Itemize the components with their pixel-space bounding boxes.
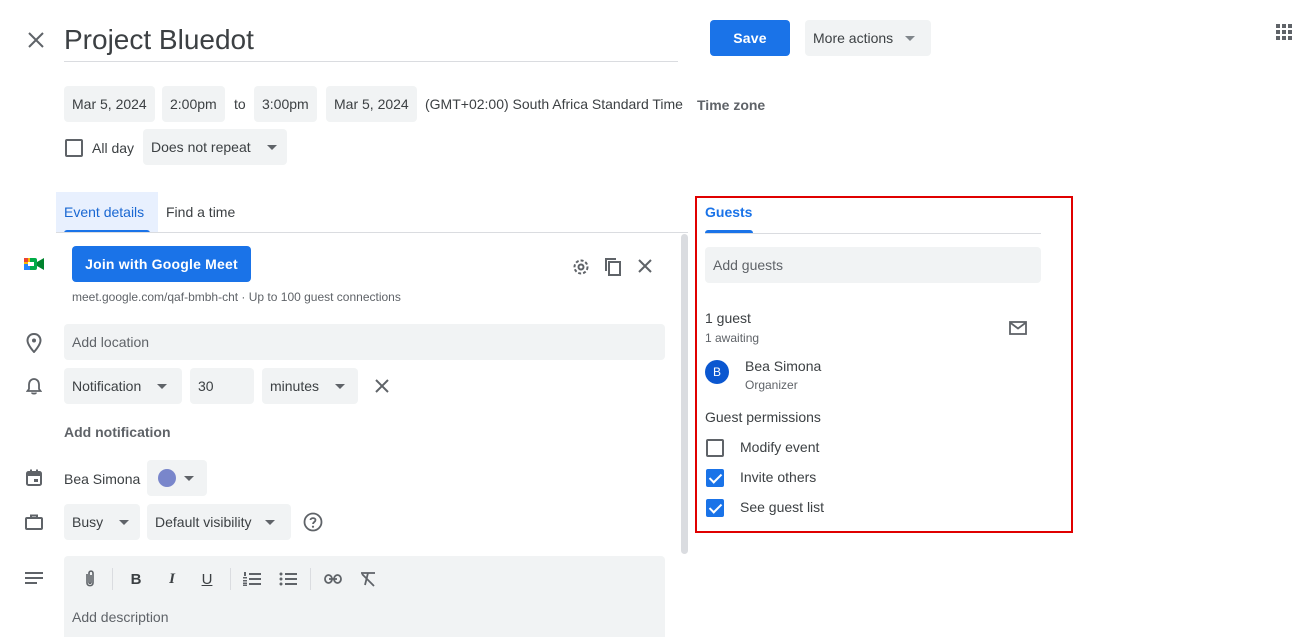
end-time-button[interactable]: 3:00pm [254, 86, 317, 122]
chevron-down-icon [119, 519, 130, 525]
email-guests-icon[interactable] [1007, 318, 1029, 338]
attachment-icon[interactable] [80, 568, 100, 590]
notification-amount-value: 30 [198, 378, 214, 394]
notification-unit-value: minutes [270, 378, 320, 394]
modify-event-label: Modify event [740, 439, 820, 455]
calendar-owner: Bea Simona [64, 471, 141, 487]
timezone-button[interactable]: Time zone [697, 97, 765, 113]
description-editor[interactable]: B I U Add description [64, 556, 665, 637]
to-label: to [234, 96, 246, 112]
google-meet-icon [23, 254, 45, 274]
italic-icon[interactable]: I [162, 568, 182, 590]
see-guest-list-checkbox[interactable] [706, 499, 724, 517]
guest-awaiting: 1 awaiting [705, 331, 760, 345]
start-time-button[interactable]: 2:00pm [162, 86, 225, 122]
guest-role: Organizer [745, 378, 798, 392]
toolbar-separator [310, 568, 311, 590]
chevron-down-icon [157, 383, 168, 389]
more-actions-label: More actions [813, 30, 894, 46]
event-color-dropdown[interactable] [147, 460, 207, 496]
guests-tab-divider [705, 233, 1041, 234]
avatar: B [705, 360, 729, 384]
bulleted-list-icon[interactable] [278, 570, 298, 588]
guest-list-item[interactable]: B Bea Simona Organizer [705, 358, 1041, 394]
chevron-down-icon [265, 519, 276, 525]
end-date-button[interactable]: Mar 5, 2024 [326, 86, 417, 122]
apps-grid-icon[interactable] [1274, 22, 1294, 42]
description-icon [24, 570, 44, 586]
toolbar-separator [230, 568, 231, 590]
scrollbar[interactable] [681, 234, 688, 554]
tabs-divider [56, 232, 688, 233]
busy-value: Busy [72, 514, 104, 530]
chevron-down-icon [266, 144, 277, 150]
location-pin-icon [24, 332, 44, 354]
visibility-value: Default visibility [155, 514, 252, 530]
tab-find-a-time[interactable]: Find a time [166, 204, 235, 220]
color-swatch [158, 469, 176, 487]
link-icon[interactable] [323, 570, 343, 588]
add-guests-placeholder: Add guests [713, 257, 784, 273]
start-date-button[interactable]: Mar 5, 2024 [64, 86, 155, 122]
invite-others-checkbox[interactable] [706, 469, 724, 487]
tab-event-details[interactable]: Event details [56, 192, 158, 233]
underline-icon[interactable]: U [197, 568, 217, 590]
add-notification-button[interactable]: Add notification [64, 424, 171, 440]
remove-meet-icon[interactable] [635, 256, 655, 276]
close-icon[interactable] [22, 26, 50, 54]
guest-count: 1 guest [705, 310, 751, 326]
repeat-dropdown[interactable]: Does not repeat [143, 129, 287, 165]
copy-icon[interactable] [602, 256, 624, 278]
chevron-down-icon [905, 35, 916, 41]
tab-event-details-label: Event details [64, 204, 145, 220]
clear-formatting-icon[interactable] [358, 570, 378, 588]
guests-highlight-box: Guests Add guests 1 guest 1 awaiting B B… [695, 196, 1073, 533]
toolbar-separator [112, 568, 113, 590]
avatar-initial: B [712, 365, 721, 379]
bold-icon[interactable]: B [126, 568, 146, 590]
save-button[interactable]: Save [710, 20, 790, 56]
description-placeholder: Add description [72, 609, 169, 625]
all-day-label: All day [92, 140, 135, 156]
join-google-meet-button[interactable]: Join with Google Meet [72, 246, 251, 282]
repeat-value: Does not repeat [151, 139, 251, 155]
gear-icon[interactable] [570, 256, 592, 278]
busy-dropdown[interactable]: Busy [64, 504, 140, 540]
title-text: Project Bluedot [64, 24, 254, 55]
notification-type-dropdown[interactable]: Notification [64, 368, 182, 404]
title-input[interactable]: Project Bluedot [64, 20, 678, 62]
chevron-down-icon [335, 383, 346, 389]
numbered-list-icon[interactable] [242, 570, 262, 588]
add-guests-input[interactable]: Add guests [705, 247, 1041, 283]
bell-icon [24, 376, 44, 396]
invite-others-label: Invite others [740, 469, 817, 485]
help-icon[interactable] [302, 511, 324, 533]
meet-info: meet.google.com/qaf-bmbh-cht · Up to 100… [72, 290, 401, 304]
more-actions-button[interactable]: More actions [805, 20, 931, 56]
briefcase-icon [24, 512, 44, 532]
see-guest-list-label: See guest list [740, 499, 825, 515]
notification-type-value: Notification [72, 378, 142, 394]
guests-tab[interactable]: Guests [705, 204, 752, 220]
notification-amount-input[interactable]: 30 [190, 368, 254, 404]
remove-notification-icon[interactable] [372, 376, 392, 396]
notification-unit-dropdown[interactable]: minutes [262, 368, 358, 404]
chevron-down-icon [184, 475, 194, 481]
location-input[interactable]: Add location [64, 324, 665, 360]
modify-event-checkbox[interactable] [706, 439, 724, 457]
calendar-icon [24, 468, 44, 488]
location-placeholder: Add location [72, 334, 150, 350]
guest-permissions-title: Guest permissions [705, 409, 821, 425]
timezone-text: (GMT+02:00) South Africa Standard Time [425, 96, 683, 112]
all-day-checkbox[interactable] [65, 139, 83, 157]
visibility-dropdown[interactable]: Default visibility [147, 504, 291, 540]
guest-name: Bea Simona [745, 358, 822, 374]
